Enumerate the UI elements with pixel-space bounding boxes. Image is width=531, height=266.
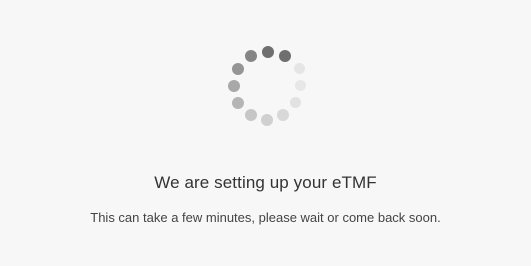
loading-title: We are setting up your eTMF xyxy=(154,173,377,192)
loading-spinner-icon xyxy=(0,0,531,140)
loading-screen: We are setting up your eTMF This can tak… xyxy=(0,0,531,266)
spinner-dot xyxy=(277,109,289,121)
spinner-dot xyxy=(232,97,244,109)
spinner-dot xyxy=(228,80,240,92)
spinner-dot xyxy=(279,50,291,62)
spinner-dot xyxy=(294,63,305,74)
spinner-dot xyxy=(262,46,274,58)
spinner-dot xyxy=(295,80,306,91)
loading-message: This can take a few minutes, please wait… xyxy=(90,210,441,225)
spinner-dot xyxy=(290,97,301,108)
spinner-dot xyxy=(232,63,244,75)
spinner-dot xyxy=(261,114,273,126)
spinner-dot xyxy=(245,50,257,62)
spinner-dot xyxy=(245,109,257,121)
